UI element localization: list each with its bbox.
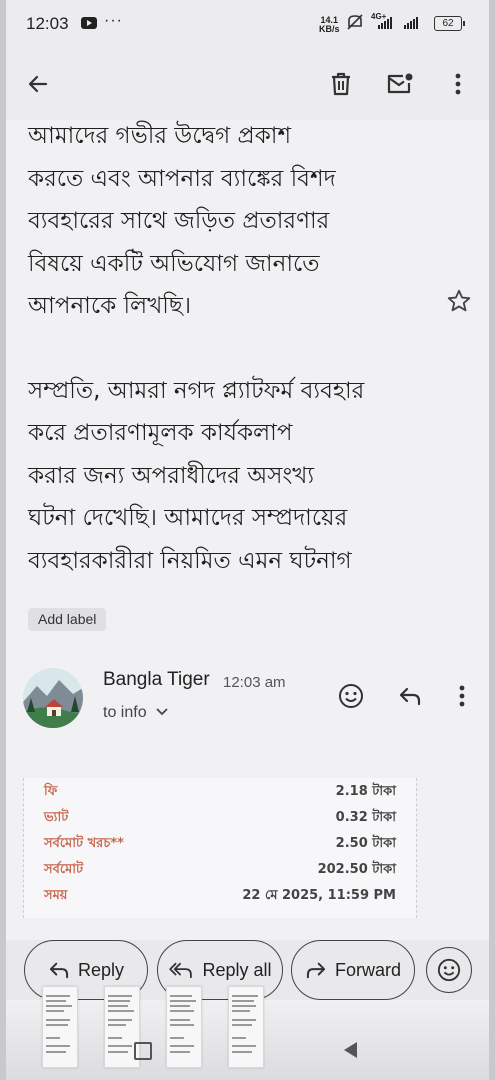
reply-icon bbox=[49, 962, 69, 979]
more-options-button[interactable] bbox=[436, 62, 480, 106]
emoji-reaction-button[interactable] bbox=[426, 947, 472, 993]
reply-all-icon bbox=[169, 962, 193, 979]
reply-icon-button[interactable] bbox=[390, 676, 430, 716]
receipt-label: ভ্যাট bbox=[44, 810, 69, 825]
email-body: আমাদের গভীর উদ্বেগ প্রকাশ করতে এবং আপনার… bbox=[28, 120, 438, 582]
body-line: ঘটনা দেখেছি। আমাদের সম্প্রদায়ের bbox=[28, 505, 348, 531]
battery-icon: 62 bbox=[434, 16, 465, 31]
signal-strength-icon-2 bbox=[404, 17, 418, 29]
react-button[interactable] bbox=[331, 676, 371, 716]
email-toolbar bbox=[6, 48, 489, 120]
body-line: আমাদের গভীর উদ্বেগ প্রকাশ bbox=[28, 123, 292, 149]
signal-strength-icon bbox=[378, 17, 392, 29]
receipt-row: সর্বমোট 202.50 টাকা bbox=[44, 858, 396, 882]
more-notifications-indicator: ··· bbox=[104, 12, 123, 29]
screen-edge-right bbox=[489, 0, 495, 1080]
network-speed-unit: KB/s bbox=[319, 24, 340, 34]
reply-label: Reply bbox=[77, 959, 125, 980]
status-bar: 12:03 ··· 14.1 KB/s 4G+ 62 bbox=[6, 0, 489, 48]
body-line: করে প্রতারণামূলক কার্যকলাপ bbox=[28, 420, 293, 446]
youtube-notification-icon bbox=[81, 17, 97, 29]
reply-all-label: Reply all bbox=[202, 959, 272, 980]
body-line: বিষয়ে একটি অভিযোগ জানাতে bbox=[28, 250, 320, 277]
message-time: 12:03 am bbox=[223, 674, 286, 691]
transaction-receipt: ফি 2.18 টাকা ভ্যাট 0.32 টাকা সর্বমোট খরচ**… bbox=[23, 778, 417, 918]
star-icon bbox=[447, 289, 471, 312]
emoji-icon bbox=[339, 684, 363, 708]
body-line: করার জন্য অপরাধীদের অসংখ্য bbox=[28, 462, 315, 489]
receipt-label: সময় bbox=[44, 888, 68, 903]
nav-back-button[interactable] bbox=[341, 1040, 359, 1065]
recipient-label: to info bbox=[103, 704, 147, 721]
more-vertical-icon bbox=[455, 73, 461, 95]
body-line: ব্যবহারকারীরা নিয়মিত এমন ঘটনাগ bbox=[28, 547, 352, 574]
receipt-row: সময় 22 মে 2025, 11:59 PM bbox=[44, 884, 396, 908]
mail-dot-icon bbox=[387, 73, 413, 94]
reply-icon bbox=[399, 687, 421, 706]
triangle-back-icon bbox=[344, 1042, 357, 1058]
body-line: আপনাকে লিখছি। bbox=[28, 293, 192, 319]
recent-app-thumbnail[interactable] bbox=[42, 986, 78, 1068]
body-line: সম্প্রতি, আমরা নগদ প্ল্যাটফর্ম ব্যবহার bbox=[28, 377, 365, 404]
sender-avatar[interactable] bbox=[23, 668, 83, 728]
recent-app-thumbnail[interactable] bbox=[166, 986, 202, 1068]
star-button[interactable] bbox=[446, 288, 472, 314]
emoji-icon bbox=[437, 958, 461, 982]
receipt-value: 0.32 টাকা bbox=[335, 810, 396, 825]
forward-icon bbox=[306, 962, 326, 979]
receipt-label: সর্বমোট খরচ** bbox=[44, 836, 124, 851]
body-line: করতে এবং আপনার ব্যাঙ্কের বিশদ bbox=[28, 165, 336, 192]
trash-icon bbox=[332, 72, 350, 96]
receipt-value: 2.50 টাকা bbox=[335, 836, 396, 851]
email-content: আমাদের গভীর উদ্বেগ প্রকাশ করতে এবং আপনার… bbox=[6, 120, 489, 940]
recents-button[interactable] bbox=[134, 1042, 152, 1060]
chevron-down-icon bbox=[156, 708, 168, 716]
forward-button[interactable]: Forward bbox=[291, 940, 415, 1000]
mark-unread-button[interactable] bbox=[378, 62, 422, 106]
receipt-row: ভ্যাট 0.32 টাকা bbox=[44, 806, 396, 830]
message-more-button[interactable] bbox=[442, 676, 482, 716]
receipt-value: 22 মে 2025, 11:59 PM bbox=[242, 888, 396, 903]
receipt-label: সর্বমোট bbox=[44, 862, 84, 877]
receipt-row: ফি 2.18 টাকা bbox=[44, 780, 396, 804]
system-navigation-bar bbox=[6, 986, 489, 1080]
sender-name[interactable]: Bangla Tiger bbox=[103, 669, 210, 691]
receipt-row: সর্বমোট খরচ** 2.50 টাকা bbox=[44, 832, 396, 856]
receipt-label: ফি bbox=[44, 784, 58, 799]
add-label-chip[interactable]: Add label bbox=[28, 608, 107, 631]
status-time: 12:03 bbox=[26, 14, 69, 33]
mute-icon bbox=[346, 14, 364, 35]
more-vertical-icon bbox=[459, 685, 465, 707]
network-speed: 14.1 KB/s bbox=[319, 16, 340, 34]
recipient-details[interactable]: to info bbox=[103, 704, 169, 722]
back-button[interactable] bbox=[16, 62, 60, 106]
delete-button[interactable] bbox=[319, 62, 363, 106]
receipt-value: 202.50 টাকা bbox=[317, 862, 396, 877]
recent-app-thumbnail[interactable] bbox=[228, 986, 264, 1068]
arrow-left-icon bbox=[28, 75, 48, 93]
body-line: ব্যবহারের সাথে জড়িত প্রতারণার bbox=[28, 208, 330, 234]
forward-label: Forward bbox=[334, 959, 401, 980]
receipt-value: 2.18 টাকা bbox=[335, 784, 396, 799]
